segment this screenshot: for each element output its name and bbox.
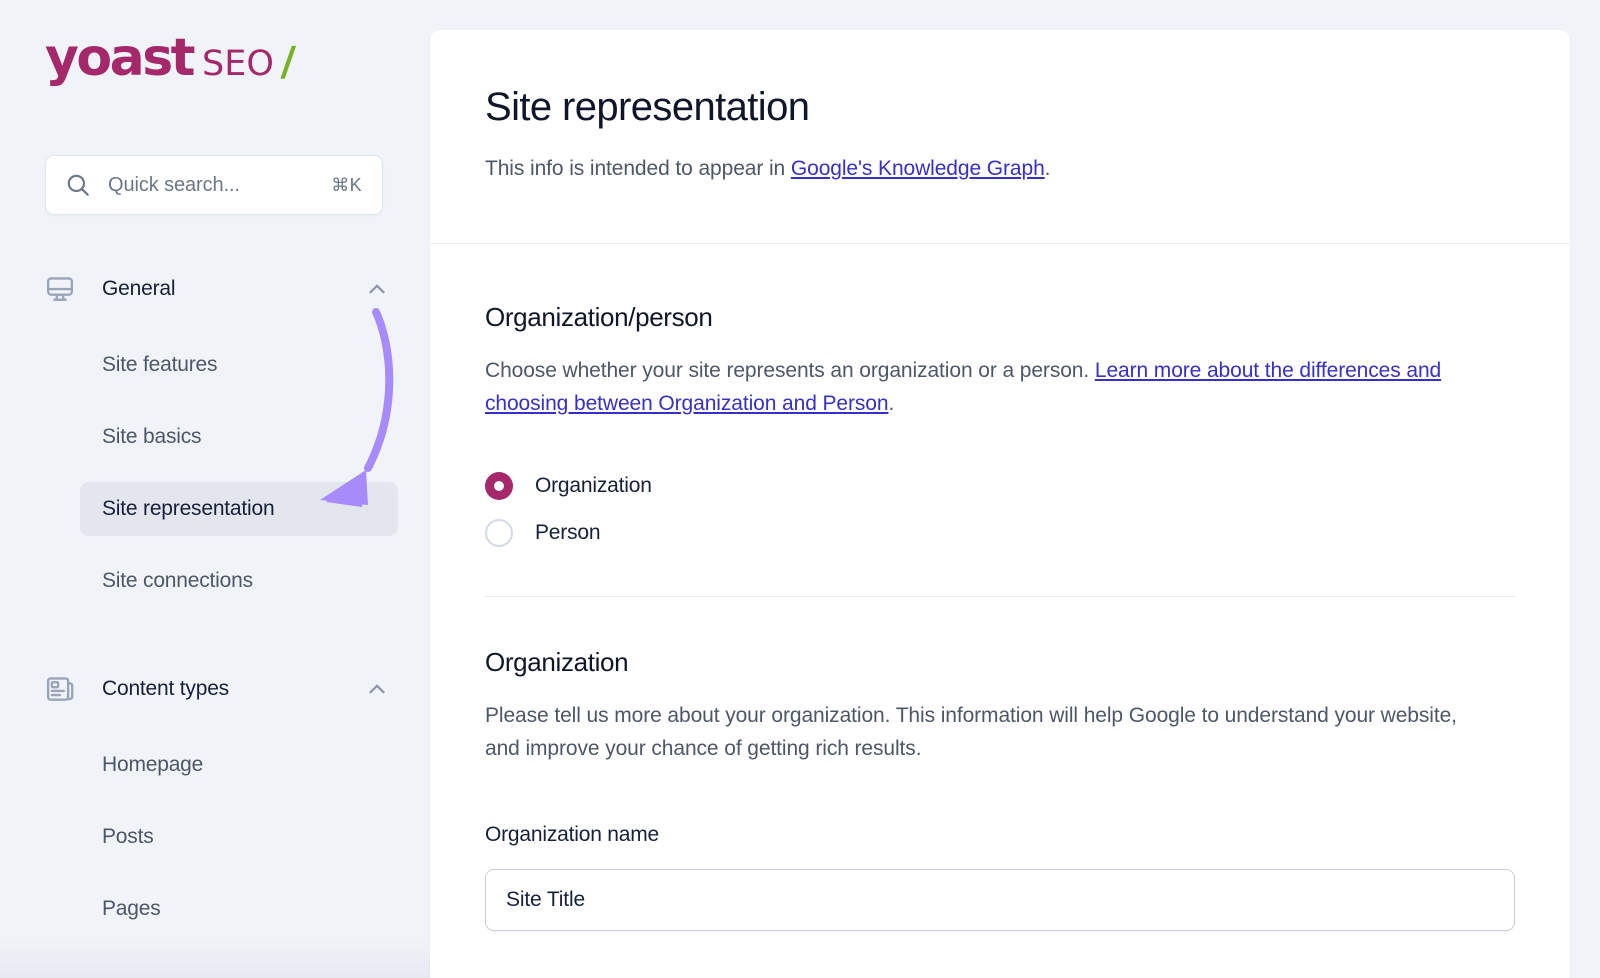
sidebar-nav: General Site features Site basics Site r… [0,258,430,936]
nav-spacer [0,608,430,658]
search-input[interactable]: Quick search... ⌘K [45,155,383,215]
sidebar-item-posts[interactable]: Posts [80,810,398,864]
page-title: Site representation [485,85,1515,129]
page-subtitle-text: This info is intended to appear in [485,157,791,180]
sidebar-group-general[interactable]: General [0,258,430,320]
nav-spacer [0,792,430,810]
newspaper-icon [44,673,76,705]
sidebar-group-label: General [102,277,364,301]
page-subtitle: This info is intended to appear in Googl… [485,157,1515,181]
sidebar-group-label: Content types [102,677,364,701]
org-person-description: Choose whether your site represents an o… [485,355,1495,420]
sidebar-group-content-types[interactable]: Content types [0,658,430,720]
search-shortcut-hint: ⌘K [331,175,362,196]
chevron-up-icon[interactable] [364,676,390,702]
org-person-radio-group: Organization Person [485,462,1515,556]
sidebar: yoast SEO / Quick search... ⌘K General [0,0,430,978]
organization-name-input[interactable]: Site Title [485,869,1515,931]
org-person-description-text: Choose whether your site represents an o… [485,359,1095,382]
page-subtitle-suffix: . [1045,157,1051,180]
organization-heading: Organization [485,647,1515,678]
nav-spacer [0,320,430,338]
organization-description: Please tell us more about your organizat… [485,700,1495,765]
sidebar-item-site-basics[interactable]: Site basics [80,410,398,464]
search-icon [65,172,91,198]
monitor-icon [44,273,76,305]
sidebar-bottom-fade [0,936,430,978]
chevron-up-icon[interactable] [364,276,390,302]
sidebar-item-pages[interactable]: Pages [80,882,398,936]
yoast-seo-logo[interactable]: yoast SEO / [45,32,296,90]
nav-spacer [0,720,430,738]
radio-selected-icon[interactable] [485,472,513,500]
nav-spacer [0,536,430,554]
logo-slash-icon: / [280,42,296,82]
radio-label-organization: Organization [535,474,652,498]
knowledge-graph-link[interactable]: Google's Knowledge Graph [791,157,1045,180]
radio-option-organization[interactable]: Organization [485,462,1515,509]
logo-seo-text: SEO [202,47,274,82]
section-divider [485,596,1515,597]
card-body: Organization/person Choose whether your … [430,244,1570,931]
radio-unselected-icon[interactable] [485,519,513,547]
sidebar-item-site-features[interactable]: Site features [80,338,398,392]
logo-wordmark: yoast [45,32,193,84]
nav-spacer [0,464,430,482]
nav-spacer [0,392,430,410]
org-person-heading: Organization/person [485,302,1515,333]
organization-name-label: Organization name [485,823,1515,847]
main-content-card: Site representation This info is intende… [430,30,1570,978]
sidebar-item-site-connections[interactable]: Site connections [80,554,398,608]
sidebar-item-homepage[interactable]: Homepage [80,738,398,792]
sidebar-item-site-representation[interactable]: Site representation [80,482,398,536]
radio-label-person: Person [535,521,600,545]
search-placeholder-text: Quick search... [108,174,331,197]
nav-spacer [0,864,430,882]
radio-option-person[interactable]: Person [485,509,1515,556]
organization-section: Organization Please tell us more about y… [485,647,1515,931]
org-person-description-suffix: . [888,392,894,415]
card-header: Site representation This info is intende… [430,30,1570,243]
